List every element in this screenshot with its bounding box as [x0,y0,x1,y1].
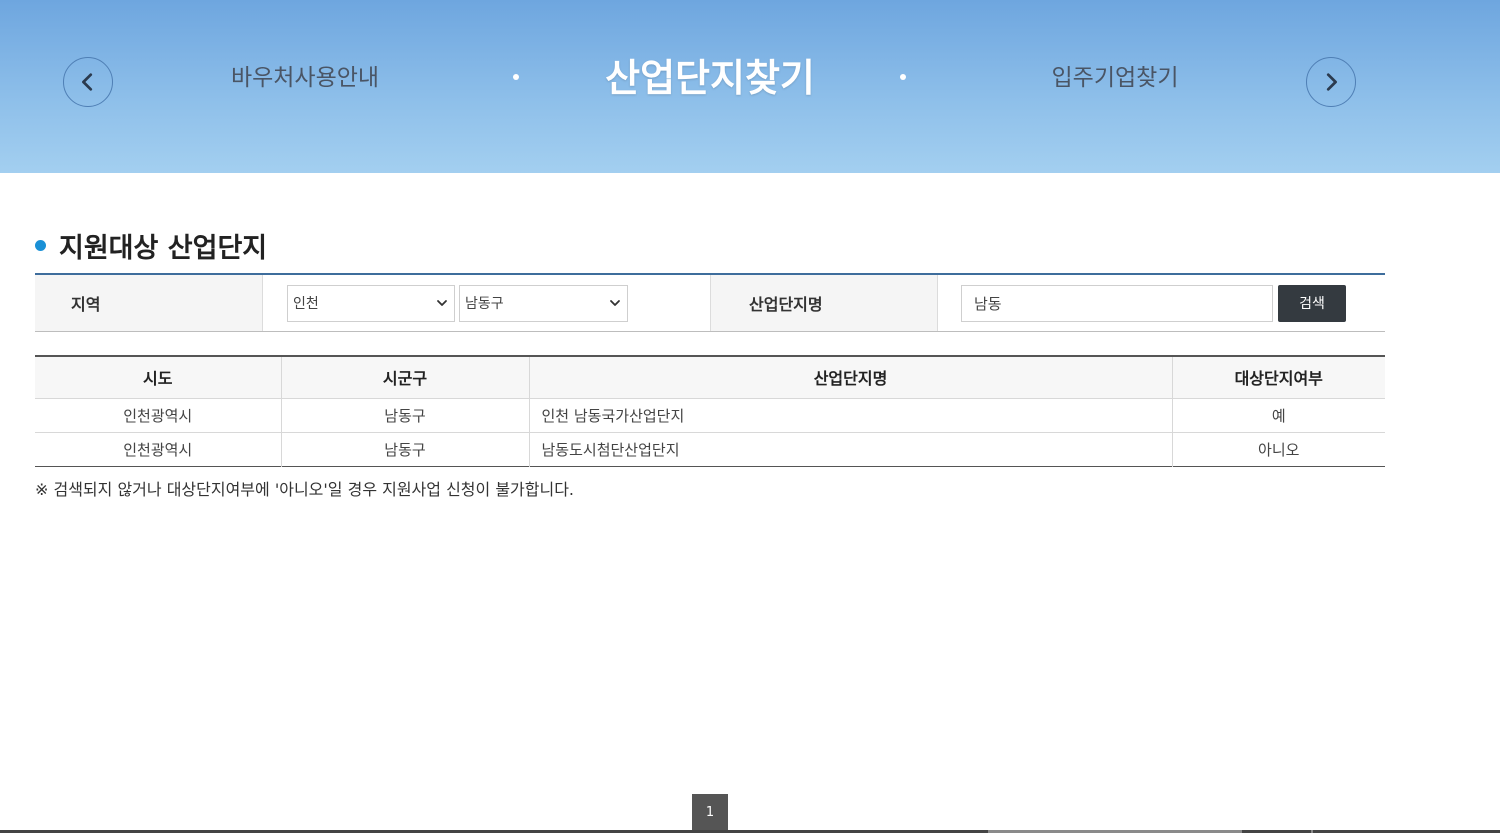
cell-sigungu: 남동구 [280,432,529,466]
complex-name-label: 산업단지명 [710,275,938,331]
search-form: 지역 인천 남동구 산업단지명 검색 [35,273,1385,332]
top-banner: 바우처사용안내 산업단지찾기 입주기업찾기 [0,0,1500,173]
chevron-left-icon [82,73,93,91]
notice-text: ※ 검색되지 않거나 대상단지여부에 '아니오'일 경우 지원사업 신청이 불가… [35,480,575,499]
chevron-right-icon [1326,73,1337,91]
sido-select-value: 인천 [293,296,319,312]
results-table: 시도 시군구 산업단지명 대상단지여부 인천광역시 남동구 인천 남동국가산업단… [35,355,1385,467]
table-row[interactable]: 인천광역시 남동구 인천 남동국가산업단지 예 [35,398,1385,433]
cell-eligible: 예 [1171,398,1385,433]
complex-name-cell: 검색 [938,275,1385,331]
sigungu-select-value: 남동구 [465,296,504,312]
bullet-icon [35,239,46,251]
nav-voucher-guide[interactable]: 바우처사용안내 [205,58,405,98]
table-row[interactable]: 인천광역시 남동구 남동도시첨단산업단지 아니오 [35,432,1385,466]
section-title: 지원대상 산업단지 [59,232,268,264]
nav-separator-dot [900,74,906,80]
cell-complex-name: 인천 남동국가산업단지 [528,398,1172,433]
section-heading: 지원대상 산업단지 [35,225,267,265]
chevron-down-icon [437,300,447,306]
page-button-current[interactable]: 1 [692,794,728,830]
search-button[interactable]: 검색 [1278,284,1346,322]
next-arrow-button[interactable] [1306,57,1356,107]
chevron-down-icon [610,300,620,306]
header-eligible: 대상단지여부 [1171,356,1385,399]
header-sido: 시도 [35,356,281,399]
nav-find-tenant-company[interactable]: 입주기업찾기 [1015,58,1215,98]
complex-name-input[interactable] [961,284,1273,322]
table-header-row: 시도 시군구 산업단지명 대상단지여부 [35,356,1385,399]
header-sigungu: 시군구 [280,356,529,399]
cell-eligible: 아니오 [1171,432,1385,466]
cell-sigungu: 남동구 [280,398,529,433]
sido-select[interactable]: 인천 [287,284,455,322]
prev-arrow-button[interactable] [63,57,113,107]
region-label: 지역 [35,275,263,331]
region-cell: 인천 남동구 [263,275,710,331]
sigungu-select[interactable]: 남동구 [459,284,628,322]
cell-sido: 인천광역시 [123,440,193,459]
nav-separator-dot [513,74,519,80]
cell-sido: 인천광역시 [35,398,281,433]
header-complex-name: 산업단지명 [528,356,1172,399]
cell-complex-name: 남동도시첨단산업단지 [528,432,1172,466]
nav-find-industrial-complex[interactable]: 산업단지찾기 [585,54,835,102]
